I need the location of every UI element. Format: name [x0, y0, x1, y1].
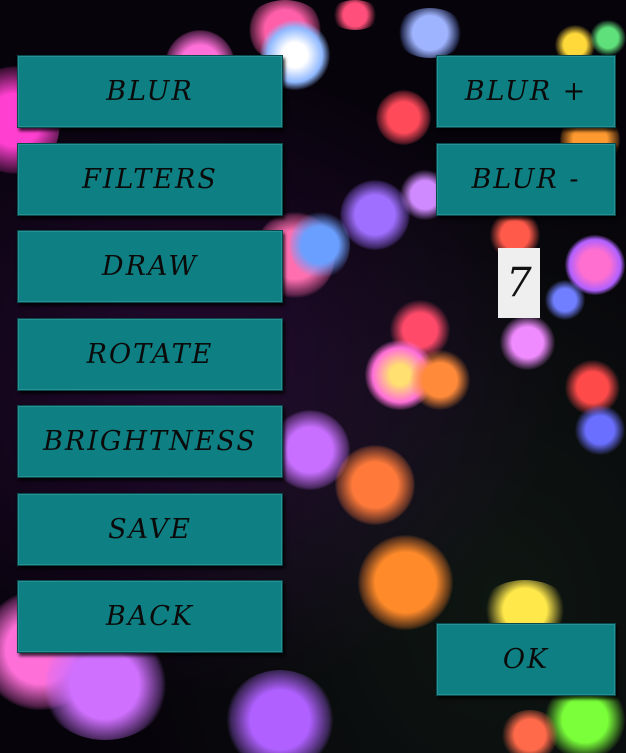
bokeh-light — [500, 710, 560, 753]
blur-value-display: 7 — [498, 248, 540, 318]
bokeh-light — [225, 670, 335, 753]
blur-decrease-button[interactable]: BLUR - — [436, 143, 616, 216]
bokeh-light — [590, 20, 626, 56]
bokeh-light — [500, 315, 555, 370]
bokeh-light — [335, 445, 415, 525]
save-button[interactable]: SAVE — [17, 493, 283, 566]
bokeh-light — [376, 90, 431, 145]
bokeh-light — [545, 280, 585, 320]
blur-button[interactable]: BLUR — [17, 55, 283, 128]
bokeh-light — [395, 8, 465, 58]
draw-button[interactable]: DRAW — [17, 230, 283, 303]
bokeh-light — [410, 350, 470, 410]
blur-increase-button[interactable]: BLUR + — [436, 55, 616, 128]
bokeh-light — [290, 210, 350, 280]
back-button[interactable]: BACK — [17, 580, 283, 653]
ok-button[interactable]: OK — [436, 623, 616, 696]
bokeh-light — [330, 0, 380, 30]
bokeh-light — [575, 405, 625, 455]
filters-button[interactable]: FILTERS — [17, 143, 283, 216]
bokeh-light — [358, 535, 453, 630]
brightness-button[interactable]: BRIGHTNESS — [17, 405, 283, 478]
rotate-button[interactable]: ROTATE — [17, 318, 283, 391]
